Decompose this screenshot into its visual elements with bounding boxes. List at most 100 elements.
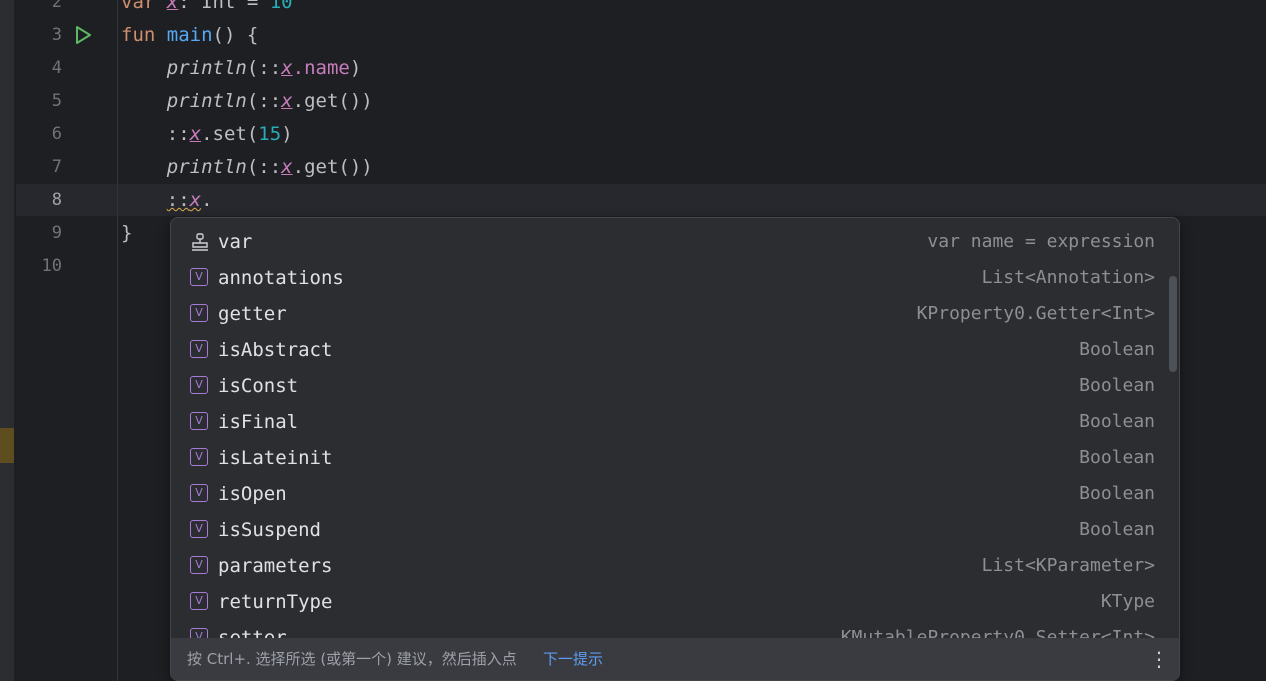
completion-item-name: isAbstract: [218, 339, 333, 361]
code-token: x: [166, 0, 179, 13]
code-token: 15: [258, 123, 282, 145]
gutter-separator: [117, 0, 118, 681]
code-token: x: [189, 189, 202, 211]
completion-list[interactable]: var var name = expression Vannotations List…: [171, 224, 1179, 642]
completion-item[interactable]: Vgetter KProperty0.Getter<Int>: [171, 296, 1179, 332]
code-token: () {: [212, 24, 259, 46]
completion-item-name: var: [218, 231, 253, 253]
code-token: ): [349, 57, 362, 79]
code-line[interactable]: var x: Int = 10: [121, 0, 293, 19]
line-number[interactable]: 8: [16, 184, 62, 217]
completion-item-name: annotations: [218, 267, 344, 289]
line-number[interactable]: 7: [16, 151, 62, 184]
code-token: x: [281, 156, 293, 178]
completion-scrollbar[interactable]: [1169, 276, 1177, 372]
code-token: ::: [166, 189, 190, 211]
code-token: .set(: [201, 123, 259, 145]
code-token: ::: [121, 123, 190, 145]
completion-item-type: Boolean: [1079, 483, 1155, 504]
code-token: (::: [246, 57, 282, 79]
property-icon: V: [190, 376, 208, 394]
property-icon: V: [190, 448, 208, 466]
property-icon: V: [190, 484, 208, 502]
code-token: .get()): [292, 156, 373, 178]
code-token: .: [201, 189, 213, 211]
line-number[interactable]: 5: [16, 85, 62, 118]
code-line[interactable]: println(::x.name): [121, 52, 362, 85]
completion-item-name: isFinal: [218, 411, 299, 433]
property-icon: V: [190, 340, 208, 358]
property-icon: V: [190, 520, 208, 538]
code-token: x: [281, 90, 293, 112]
change-marker: [0, 428, 14, 463]
next-tip-link[interactable]: 下一提示: [543, 638, 603, 680]
code-token: println: [166, 90, 247, 112]
footer-hint: 按 Ctrl+. 选择所选 (或第一个) 建议，然后插入点: [187, 650, 517, 668]
line-number[interactable]: 2: [16, 0, 62, 19]
run-gutter-icon[interactable]: [72, 24, 94, 46]
completion-item-type: KProperty0.Getter<Int>: [916, 303, 1155, 324]
line-number[interactable]: 4: [16, 52, 62, 85]
completion-item-type: Boolean: [1079, 447, 1155, 468]
code-line[interactable]: }: [121, 217, 132, 250]
code-token: println: [166, 57, 247, 79]
property-icon: V: [190, 268, 208, 286]
code-token: fun: [121, 24, 167, 46]
completion-item-type: Boolean: [1079, 519, 1155, 540]
completion-item-name: isLateinit: [218, 447, 333, 469]
code-line[interactable]: ::x.set(15): [121, 118, 293, 151]
code-token: var: [121, 0, 167, 13]
code-line[interactable]: println(::x.get()): [121, 151, 373, 184]
code-line[interactable]: println(::x.get()): [121, 85, 373, 118]
completion-item-name: parameters: [218, 555, 333, 577]
property-icon: V: [190, 556, 208, 574]
completion-item[interactable]: VisLateinit Boolean: [171, 440, 1179, 476]
completion-item[interactable]: VreturnType KType: [171, 584, 1179, 620]
code-token: println: [166, 156, 247, 178]
completion-item-name: isConst: [218, 375, 299, 397]
completion-item[interactable]: Vannotations List<Annotation>: [171, 260, 1179, 296]
code-token: x: [281, 57, 293, 79]
code-line[interactable]: fun main() {: [121, 19, 258, 52]
code-token: }: [121, 222, 133, 244]
completion-item[interactable]: VisSuspend Boolean: [171, 512, 1179, 548]
completion-item-type: List<Annotation>: [981, 267, 1155, 288]
completion-item[interactable]: VisOpen Boolean: [171, 476, 1179, 512]
completion-item-type: var name = expression: [927, 231, 1155, 252]
more-options-icon[interactable]: ⋮: [1149, 648, 1169, 670]
line-number[interactable]: 3: [16, 19, 62, 52]
code-token: x: [189, 123, 202, 145]
code-token: : Int =: [178, 0, 270, 13]
code-line[interactable]: ::x.: [121, 184, 213, 217]
property-icon: V: [190, 304, 208, 322]
code-token: .get()): [292, 90, 373, 112]
code-token: main: [166, 24, 213, 46]
line-number[interactable]: 10: [16, 250, 62, 283]
completion-item-type: List<KParameter>: [981, 555, 1155, 576]
completion-popup[interactable]: var var name = expression Vannotations List…: [170, 217, 1180, 681]
code-token: 10: [269, 0, 293, 13]
completion-item-name: returnType: [218, 591, 333, 613]
line-number[interactable]: 9: [16, 217, 62, 250]
completion-item[interactable]: Vparameters List<KParameter>: [171, 548, 1179, 584]
code-token: ): [281, 123, 293, 145]
property-icon: V: [190, 412, 208, 430]
completion-item[interactable]: VisConst Boolean: [171, 368, 1179, 404]
completion-item-type: Boolean: [1079, 375, 1155, 396]
completion-item[interactable]: var var name = expression: [171, 224, 1179, 260]
code-token: (::: [246, 156, 282, 178]
code-editor[interactable]: 2 3 4 5 6 7 8 9 10 var x: Int = 10 fun main() { p…: [0, 0, 1266, 681]
completion-item-name: isOpen: [218, 483, 287, 505]
code-token: (::: [246, 90, 282, 112]
completion-footer: 按 Ctrl+. 选择所选 (或第一个) 建议，然后插入点 下一提示 ⋮: [171, 638, 1179, 680]
completion-item[interactable]: VisAbstract Boolean: [171, 332, 1179, 368]
property-icon: V: [190, 592, 208, 610]
template-icon: [190, 232, 208, 251]
line-number[interactable]: 6: [16, 118, 62, 151]
completion-item[interactable]: VisFinal Boolean: [171, 404, 1179, 440]
completion-item-type: Boolean: [1079, 339, 1155, 360]
